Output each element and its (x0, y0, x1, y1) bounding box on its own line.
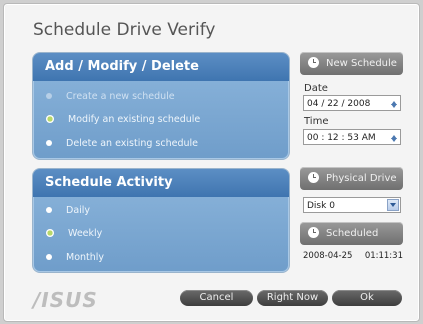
window-title: Schedule Drive Verify (33, 20, 216, 40)
date-label: Date (304, 83, 328, 94)
radio-button-icon (46, 253, 52, 260)
radio-button-icon (46, 206, 52, 213)
schedule-activity-panel: Schedule Activity Daily Weekly Monthly (33, 169, 289, 272)
scheduled-time: 01:11:31 (364, 251, 403, 261)
radio-modify-existing-schedule[interactable]: Modify an existing schedule (46, 111, 200, 129)
right-now-button[interactable]: Right Now (257, 290, 328, 306)
add-modify-delete-panel: Add / Modify / Delete Create a new sched… (33, 53, 289, 159)
physical-drive-button[interactable]: Physical Drive (300, 167, 403, 190)
schedule-activity-header: Schedule Activity (33, 169, 289, 197)
clock-icon (308, 226, 319, 238)
time-label: Time (304, 116, 329, 127)
radio-create-new-schedule[interactable]: Create a new schedule (46, 88, 175, 106)
clock-icon (308, 56, 319, 68)
asus-logo: /ISUS (33, 288, 98, 312)
radio-delete-existing-schedule[interactable]: Delete an existing schedule (46, 135, 198, 153)
drive-select[interactable]: Disk 0 (303, 197, 401, 213)
clock-icon (308, 171, 319, 183)
date-value: 04 / 22 / 2008 (307, 99, 371, 109)
radio-monthly[interactable]: Monthly (46, 249, 104, 267)
radio-label: Create a new schedule (66, 91, 175, 102)
time-field[interactable]: 00 : 12 : 53 AM (303, 129, 401, 145)
scheduled-label: Scheduled (326, 228, 379, 239)
radio-button-icon (46, 92, 52, 99)
radio-weekly[interactable]: Weekly (46, 225, 102, 243)
chevron-down-icon[interactable] (387, 199, 399, 211)
radio-label: Delete an existing schedule (66, 138, 198, 149)
ok-button[interactable]: Ok (332, 290, 402, 306)
cancel-button[interactable]: Cancel (180, 290, 253, 306)
radio-selected-icon (46, 228, 54, 237)
radio-label: Monthly (66, 252, 105, 263)
add-modify-delete-header: Add / Modify / Delete (33, 53, 289, 81)
spinner-icon[interactable] (390, 98, 398, 108)
schedule-drive-verify-window (3, 3, 420, 322)
radio-label: Weekly (68, 228, 103, 239)
physical-drive-label: Physical Drive (326, 173, 397, 184)
scheduled-date: 2008-04-25 (303, 251, 353, 261)
radio-daily[interactable]: Daily (46, 202, 90, 220)
radio-label: Daily (66, 205, 91, 216)
radio-label: Modify an existing schedule (68, 114, 201, 125)
scheduled-button[interactable]: Scheduled (300, 222, 403, 245)
date-field[interactable]: 04 / 22 / 2008 (303, 95, 401, 111)
new-schedule-label: New Schedule (326, 58, 397, 69)
spinner-icon[interactable] (390, 132, 398, 142)
radio-selected-icon (46, 114, 54, 123)
time-value: 00 : 12 : 53 AM (307, 133, 376, 143)
radio-button-icon (46, 139, 52, 146)
scheduled-datetime: 2008-04-25 01:11:31 (303, 251, 403, 261)
drive-select-value: Disk 0 (307, 201, 335, 211)
new-schedule-button[interactable]: New Schedule (300, 52, 403, 75)
